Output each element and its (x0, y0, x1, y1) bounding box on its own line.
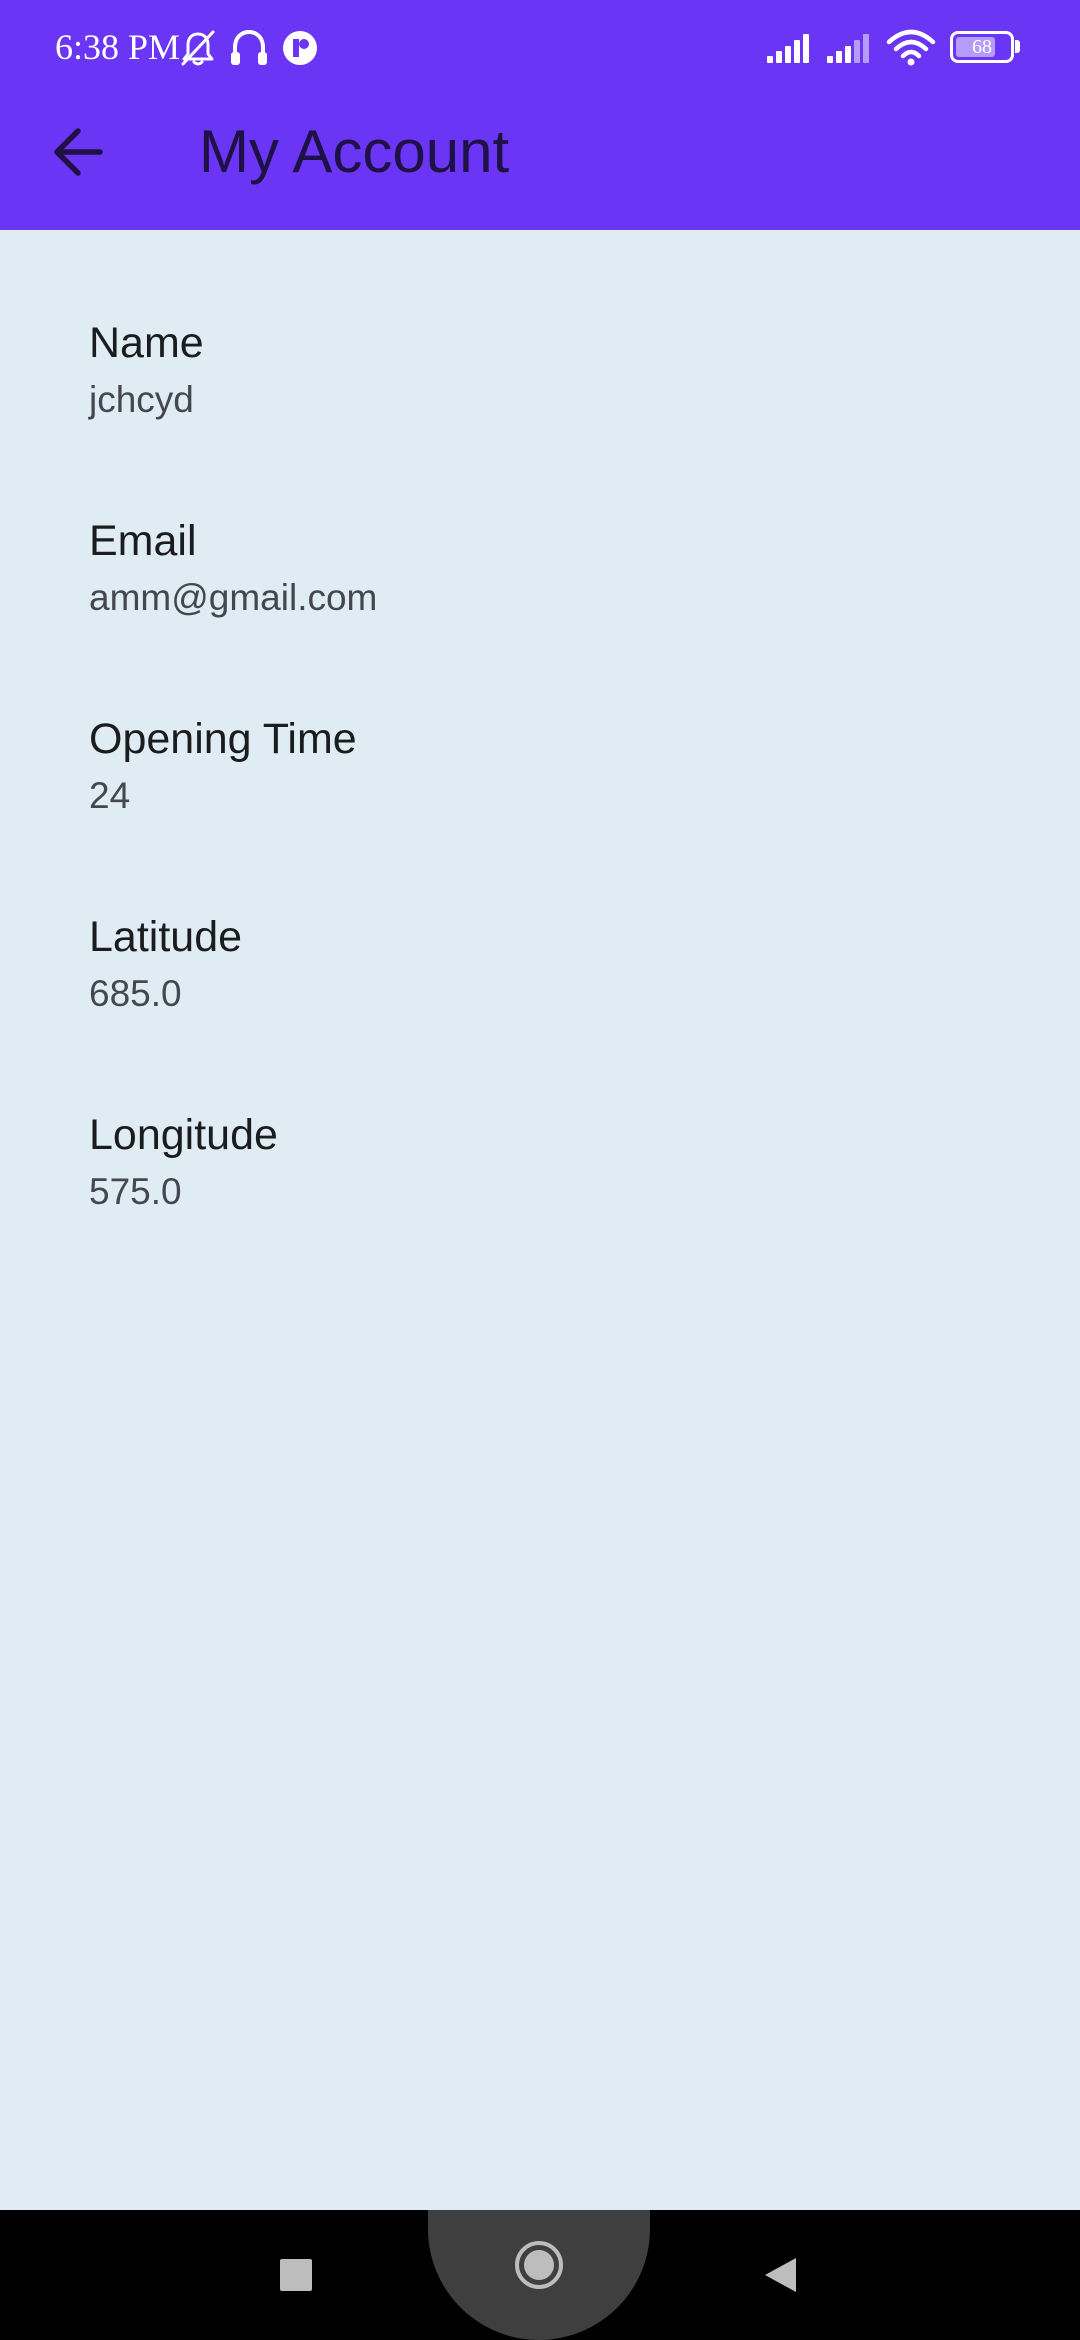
name-field: Name jchcyd (89, 317, 989, 422)
status-bar: 6:38 PM 68 (0, 0, 1080, 95)
back-button[interactable] (38, 112, 118, 192)
field-label: Opening Time (89, 715, 357, 763)
field-value: 685.0 (89, 973, 182, 1014)
bell-off-icon (181, 30, 215, 66)
field-label: Email (89, 517, 197, 565)
app-bar: 6:38 PM 68 My Account (0, 0, 1080, 230)
email-field: Email amm@gmail.com (89, 515, 989, 620)
home-circle-icon (515, 2241, 563, 2289)
latitude-field: Latitude 685.0 (89, 911, 989, 1016)
signal-icon (767, 34, 809, 63)
battery-level: 68 (972, 36, 992, 58)
page-title: My Account (199, 118, 510, 185)
field-label: Name (89, 319, 204, 367)
system-back-button[interactable] (740, 2235, 820, 2315)
field-value: amm@gmail.com (89, 577, 378, 618)
wifi-icon (886, 29, 936, 66)
field-value: jchcyd (89, 379, 194, 420)
home-button[interactable] (428, 2210, 650, 2340)
field-value: 575.0 (89, 1171, 182, 1212)
status-time: 6:38 PM (55, 27, 181, 67)
recents-button[interactable] (256, 2235, 336, 2315)
signal-icon (827, 34, 869, 63)
arrow-left-icon (54, 128, 103, 176)
battery-tip (1015, 40, 1020, 53)
recents-square-icon (280, 2259, 312, 2291)
field-value: 24 (89, 775, 131, 816)
battery-icon: 68 (950, 31, 1014, 63)
back-triangle-icon (765, 2258, 796, 2292)
app-notification-icon (283, 31, 317, 65)
opening-time-field: Opening Time 24 (89, 713, 989, 818)
system-navigation-bar (0, 2210, 1080, 2340)
longitude-field: Longitude 575.0 (89, 1109, 989, 1214)
headphones-icon (231, 29, 267, 65)
field-label: Latitude (89, 913, 243, 961)
field-label: Longitude (89, 1111, 278, 1159)
